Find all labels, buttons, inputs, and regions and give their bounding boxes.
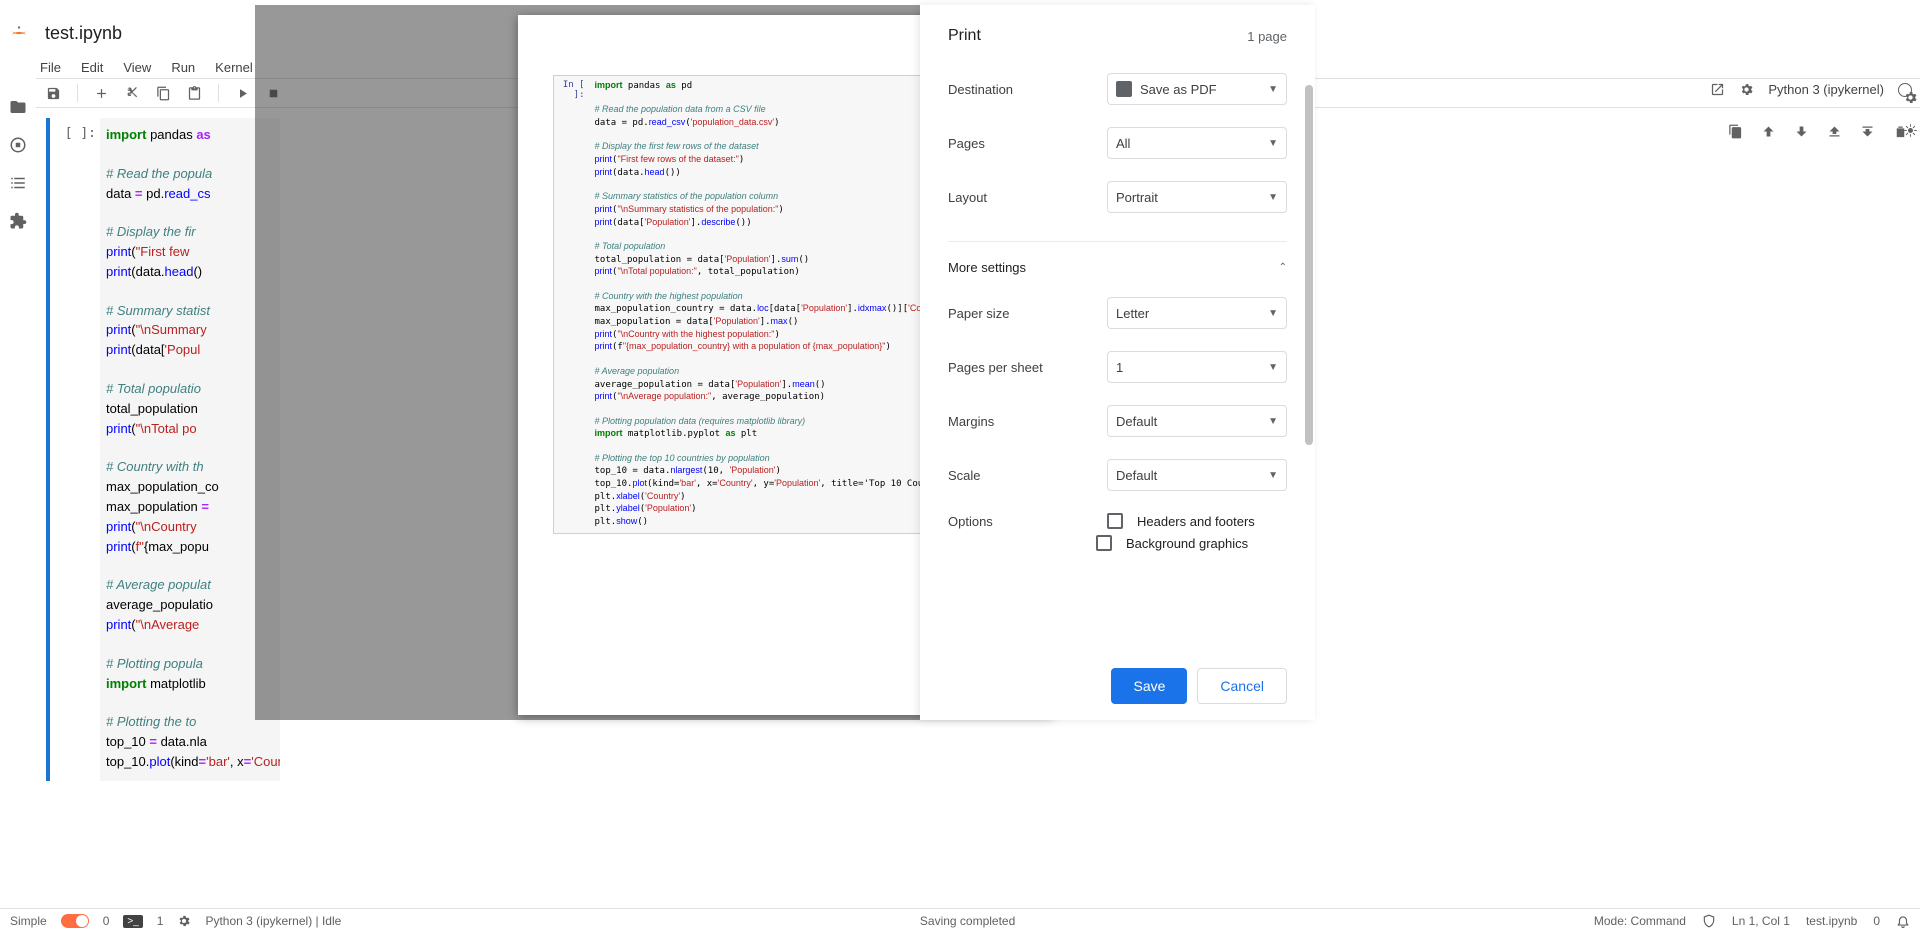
headers-footers-checkbox[interactable]: [1107, 513, 1123, 529]
insert-above-icon[interactable]: [1827, 124, 1842, 139]
move-down-icon[interactable]: [1794, 124, 1809, 139]
margins-select[interactable]: Default ▼: [1107, 405, 1287, 437]
pages-label: Pages: [948, 136, 1078, 151]
status-saving: Saving completed: [920, 914, 1015, 928]
more-settings-toggle[interactable]: More settings ⌃: [948, 260, 1287, 275]
print-dialog: Print 1 page Destination Save as PDF ▼ P…: [920, 5, 1315, 720]
chevron-down-icon: ▼: [1268, 416, 1278, 427]
kernel-name[interactable]: Python 3 (ipykernel): [1768, 82, 1884, 97]
chevron-down-icon: ▼: [1268, 362, 1278, 373]
chevron-down-icon: ▼: [1268, 192, 1278, 203]
scale-label: Scale: [948, 468, 1078, 483]
options-label: Options: [948, 514, 1078, 529]
destination-select[interactable]: Save as PDF ▼: [1107, 73, 1287, 105]
chevron-up-icon: ⌃: [1279, 262, 1287, 273]
jupyter-logo: [8, 22, 30, 44]
shield-icon: [1702, 914, 1716, 928]
insert-below-icon[interactable]: [1860, 124, 1875, 139]
gear-icon[interactable]: [1739, 82, 1754, 97]
chevron-down-icon: ▼: [1268, 84, 1278, 95]
bell-icon[interactable]: [1896, 914, 1910, 928]
open-external-icon[interactable]: [1710, 82, 1725, 97]
cut-icon[interactable]: [125, 86, 140, 101]
menu-kernel[interactable]: Kernel: [215, 60, 253, 75]
status-zero2: 0: [1873, 914, 1880, 928]
layout-label: Layout: [948, 190, 1078, 205]
menu-file[interactable]: File: [40, 60, 61, 75]
status-cursor: Ln 1, Col 1: [1732, 914, 1790, 928]
save-button[interactable]: Save: [1111, 668, 1187, 704]
simple-toggle[interactable]: [61, 914, 89, 928]
destination-label: Destination: [948, 82, 1078, 97]
print-prompt: In [ ]:: [554, 76, 589, 533]
cell-prompt: [ ]:: [50, 118, 100, 781]
menu-view[interactable]: View: [123, 60, 151, 75]
status-simple[interactable]: Simple: [10, 914, 47, 928]
status-one: 1: [157, 914, 164, 928]
folder-icon[interactable]: [9, 98, 27, 116]
save-icon[interactable]: [46, 86, 61, 101]
terminal-icon[interactable]: >_: [123, 915, 142, 928]
layout-select[interactable]: Portrait ▼: [1107, 181, 1287, 213]
duplicate-icon[interactable]: [1728, 124, 1743, 139]
background-graphics-label: Background graphics: [1126, 536, 1248, 551]
print-title: Print: [948, 27, 981, 45]
status-bar: Simple 0 >_ 1 Python 3 (ipykernel) | Idl…: [0, 908, 1920, 933]
chevron-down-icon: ▼: [1268, 138, 1278, 149]
extension-icon[interactable]: [9, 212, 27, 230]
copy-icon[interactable]: [156, 86, 171, 101]
paper-size-label: Paper size: [948, 306, 1078, 321]
background-graphics-checkbox[interactable]: [1096, 535, 1112, 551]
pages-per-sheet-label: Pages per sheet: [948, 360, 1078, 375]
toc-icon[interactable]: [9, 174, 27, 192]
cell-code[interactable]: import pandas as # Read the popula data …: [100, 118, 280, 781]
pages-select[interactable]: All ▼: [1107, 127, 1287, 159]
status-zero: 0: [103, 914, 110, 928]
code-cell[interactable]: [ ]: import pandas as # Read the popula …: [46, 118, 286, 781]
settings-rail-icon[interactable]: [1903, 90, 1918, 105]
gear-status-icon[interactable]: [177, 914, 191, 928]
status-file: test.ipynb: [1806, 914, 1857, 928]
chevron-down-icon: ▼: [1268, 470, 1278, 481]
margins-label: Margins: [948, 414, 1078, 429]
menu-bar: File Edit View Run Kernel: [40, 55, 253, 79]
headers-footers-label: Headers and footers: [1137, 514, 1255, 529]
menu-edit[interactable]: Edit: [81, 60, 103, 75]
paste-icon[interactable]: [187, 86, 202, 101]
menu-run[interactable]: Run: [171, 60, 195, 75]
status-kernel[interactable]: Python 3 (ipykernel) | Idle: [205, 914, 341, 928]
add-cell-icon[interactable]: [94, 86, 109, 101]
run-icon[interactable]: [235, 86, 250, 101]
cancel-button[interactable]: Cancel: [1197, 668, 1287, 704]
chevron-down-icon: ▼: [1268, 308, 1278, 319]
debug-rail-icon[interactable]: [1903, 123, 1918, 138]
status-mode: Mode: Command: [1594, 914, 1686, 928]
notebook-title: test.ipynb: [45, 23, 122, 44]
running-icon[interactable]: [9, 136, 27, 154]
pages-per-sheet-select[interactable]: 1 ▼: [1107, 351, 1287, 383]
move-up-icon[interactable]: [1761, 124, 1776, 139]
pdf-icon: [1116, 81, 1132, 97]
print-panel-scrollbar[interactable]: [1305, 85, 1313, 445]
scale-select[interactable]: Default ▼: [1107, 459, 1287, 491]
print-page-count: 1 page: [1247, 29, 1287, 44]
paper-size-select[interactable]: Letter ▼: [1107, 297, 1287, 329]
